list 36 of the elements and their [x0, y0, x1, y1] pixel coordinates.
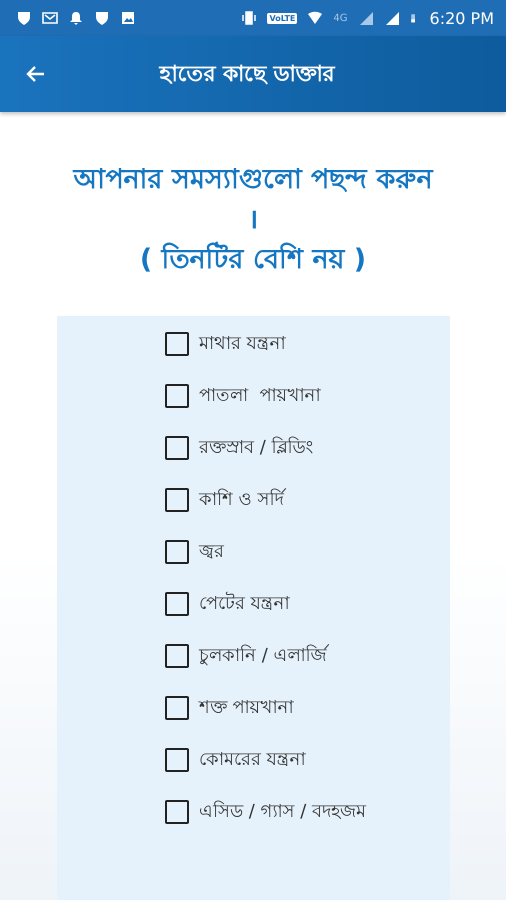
mail-icon [42, 10, 58, 26]
instruction-text: আপনার সমস্যাগুলো পছন্দ করুন [73, 163, 433, 197]
symptom-label: রক্তস্রাব / ব্লিডিং [199, 436, 314, 460]
network-type: 4G [333, 12, 348, 24]
instruction-text: ( তিনটির বেশি নয় ) [140, 240, 366, 280]
shield-icon [16, 10, 32, 26]
checkbox[interactable] [165, 332, 189, 356]
symptom-label: পেটের যন্ত্রনা [199, 590, 290, 616]
checkbox[interactable] [165, 748, 189, 772]
checkbox[interactable] [165, 644, 189, 668]
symptom-label: কাশি ও সর্দি [199, 484, 284, 516]
volte-indicator: VoLTE [267, 12, 298, 24]
symptom-label: চুলকানি / এলার্জি [199, 643, 327, 668]
checkbox[interactable] [165, 696, 189, 720]
bell-icon [68, 10, 84, 26]
signal-icon [384, 10, 400, 26]
app-title: হাতের কাছে ডাক্তার [158, 60, 336, 88]
vibrate-icon [241, 10, 258, 26]
symptom-label: এসিড / গ্যাস / বদহজম [199, 800, 366, 824]
wifi-icon [307, 10, 324, 26]
instruction-text: । [248, 203, 258, 237]
shield-icon [94, 10, 110, 26]
checkbox[interactable] [165, 488, 189, 512]
symptom-label: মাথার যন্ত্রনা [199, 332, 286, 356]
checkbox[interactable] [165, 800, 189, 824]
checkbox[interactable] [165, 384, 189, 408]
signal-icon [358, 10, 374, 26]
symptom-label: কোমরের যন্ত্রনা [199, 748, 306, 772]
checkbox[interactable] [165, 592, 189, 616]
clock: 6:20 PM [430, 8, 494, 28]
symptom-label: জ্বর [199, 540, 224, 564]
symptom-label: শক্ত পায়খানা [199, 696, 294, 720]
checkbox[interactable] [165, 436, 189, 460]
checkbox[interactable] [165, 540, 189, 564]
symptom-label: পাতলা পায়খানা [199, 384, 320, 408]
image-icon [120, 10, 136, 26]
